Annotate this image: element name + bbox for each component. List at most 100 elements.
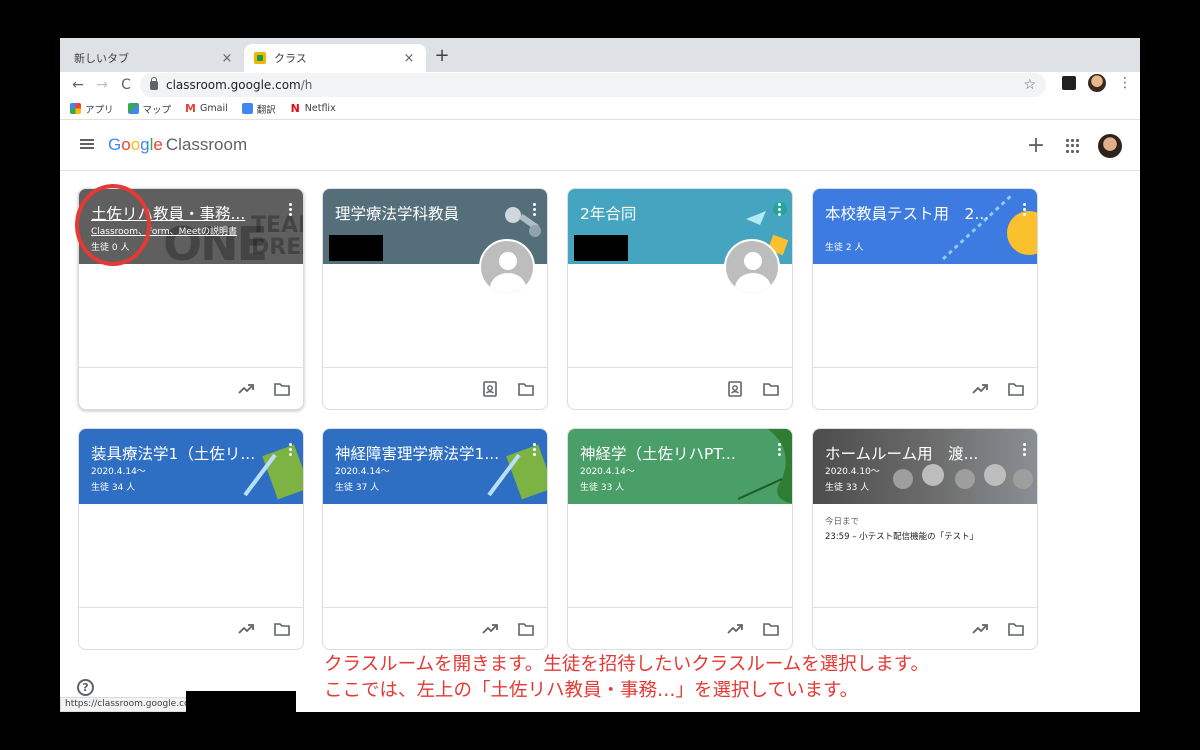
card-footer <box>813 367 1037 409</box>
work-portrait-icon[interactable] <box>726 380 744 398</box>
folder-icon[interactable] <box>1007 620 1025 638</box>
student-count: 生徒 2 人 <box>825 243 864 253</box>
google-classroom-logo[interactable]: Google Classroom <box>108 135 247 155</box>
bookmark-label: アプリ <box>85 104 114 116</box>
work-portrait-icon[interactable] <box>481 380 499 398</box>
tab-title: 新しいタブ <box>74 52 129 65</box>
student-count: 生徒 37 人 <box>335 483 380 493</box>
tab-strip: 新しいタブ × クラス × + <box>60 38 1140 72</box>
folder-icon[interactable] <box>273 380 291 398</box>
chrome-menu-icon[interactable]: ⋮ <box>1118 75 1132 91</box>
address-bar[interactable]: classroom.google.com/h ☆ <box>140 73 1046 97</box>
class-title[interactable]: 2年合同 <box>580 202 760 224</box>
extension-icon[interactable] <box>1062 76 1076 90</box>
class-title[interactable]: 神経学（土佐リハPT... <box>580 442 760 464</box>
class-card[interactable]: ホームルーム用 渡... 2020.4.10〜 生徒 33 人 今日まで 23:… <box>812 428 1038 650</box>
class-section: 2020.4.14〜 <box>335 467 390 477</box>
class-card[interactable]: 装具療法学1（土佐リ... 2020.4.14〜 生徒 34 人 <box>78 428 304 650</box>
trend-icon[interactable] <box>726 620 744 638</box>
class-title[interactable]: 装具療法学1（土佐リ... <box>91 442 271 464</box>
bookmark-gmail[interactable]: M Gmail <box>185 103 228 114</box>
highlight-circle <box>75 184 151 266</box>
google-apps-icon[interactable] <box>1066 139 1080 153</box>
card-footer <box>323 607 547 649</box>
tab-classroom[interactable]: クラス × <box>244 44 426 72</box>
classroom-header: Google Classroom + <box>60 121 1140 171</box>
class-section: 2020.4.14〜 <box>91 467 146 477</box>
card-more-icon[interactable] <box>1023 203 1027 216</box>
card-more-icon[interactable] <box>778 203 782 216</box>
trend-icon[interactable] <box>481 620 499 638</box>
classroom-favicon-icon <box>254 52 266 64</box>
bookmark-star-icon[interactable]: ☆ <box>1023 77 1036 93</box>
caption-line: クラスルームを開きます。生徒を招待したいクラスルームを選択します。 <box>324 654 929 675</box>
card-more-icon[interactable] <box>289 203 293 216</box>
card-more-icon[interactable] <box>289 443 293 456</box>
bookmarks-bar: アプリ マップ M Gmail 翻訳 N Netflix <box>60 98 1140 120</box>
class-title[interactable]: 本校教員テスト用 2... <box>825 202 1005 224</box>
bookmark-maps[interactable]: マップ <box>127 102 172 116</box>
class-card[interactable]: 神経障害理学療法学1... 2020.4.14〜 生徒 37 人 <box>322 428 548 650</box>
card-footer <box>568 367 792 409</box>
class-card[interactable]: 本校教員テスト用 2... 生徒 2 人 <box>812 188 1038 410</box>
main-menu-icon[interactable] <box>80 139 94 149</box>
class-card[interactable]: 理学療法学科教員 <box>322 188 548 410</box>
banner-decoration <box>738 429 792 504</box>
class-card[interactable]: 神経学（土佐リハPT... 2020.4.14〜 生徒 33 人 <box>567 428 793 650</box>
card-more-icon[interactable] <box>778 443 782 456</box>
bookmark-label: マップ <box>142 104 172 116</box>
folder-icon[interactable] <box>762 620 780 638</box>
netflix-icon: N <box>290 102 300 115</box>
back-icon[interactable]: ← <box>66 73 90 97</box>
class-title[interactable]: 理学療法学科教員 <box>335 202 515 224</box>
student-count: 生徒 33 人 <box>580 483 625 493</box>
due-assignment-link[interactable]: 23:59 – 小テスト配信機能の「テスト」 <box>825 530 978 542</box>
bookmark-netflix[interactable]: N Netflix <box>290 103 336 114</box>
caption-line: ここでは、左上の「土佐リハ教員・事務…」を選択しています。 <box>324 680 859 701</box>
help-icon[interactable]: ? <box>77 679 94 696</box>
trend-icon[interactable] <box>971 620 989 638</box>
forward-icon[interactable]: → <box>90 73 114 97</box>
teacher-avatar <box>479 239 535 295</box>
tab-title: クラス <box>274 52 307 65</box>
card-more-icon[interactable] <box>533 203 537 216</box>
class-title[interactable]: ホームルーム用 渡... <box>825 442 1005 464</box>
class-section: 2020.4.14〜 <box>580 467 635 477</box>
class-title[interactable]: 神経障害理学療法学1... <box>335 442 515 464</box>
translate-icon <box>241 103 253 114</box>
url-text: classroom.google.com/h <box>166 78 313 92</box>
maps-icon <box>127 103 139 114</box>
browser-window: 新しいタブ × クラス × + ← → C classroom.google.c… <box>60 38 1140 712</box>
folder-icon[interactable] <box>517 380 535 398</box>
folder-icon[interactable] <box>273 620 291 638</box>
close-icon[interactable]: × <box>402 51 416 66</box>
card-footer <box>813 607 1037 649</box>
redaction-box <box>186 691 296 715</box>
create-or-join-class-button[interactable]: + <box>1024 133 1048 158</box>
reload-icon[interactable]: C <box>114 73 138 97</box>
lock-icon <box>150 76 158 90</box>
bookmark-translate[interactable]: 翻訳 <box>241 102 276 116</box>
card-more-icon[interactable] <box>533 443 537 456</box>
profile-avatar[interactable] <box>1088 74 1106 92</box>
close-icon[interactable]: × <box>220 51 234 66</box>
trend-icon[interactable] <box>971 380 989 398</box>
new-tab-button[interactable]: + <box>432 46 452 66</box>
browser-toolbar: ← → C classroom.google.com/h ☆ ⋮ <box>60 72 1140 98</box>
teacher-avatar <box>724 239 780 295</box>
instruction-caption: クラスルームを開きます。生徒を招待したいクラスルームを選択します。 ここでは、左… <box>324 652 929 704</box>
account-avatar[interactable] <box>1098 134 1122 158</box>
card-footer <box>79 607 303 649</box>
student-count: 生徒 34 人 <box>91 483 136 493</box>
trend-icon[interactable] <box>237 380 255 398</box>
card-more-icon[interactable] <box>1023 443 1027 456</box>
class-card[interactable]: 2年合同 <box>567 188 793 410</box>
tab-new-tab[interactable]: 新しいタブ × <box>64 44 244 72</box>
student-count: 生徒 33 人 <box>825 483 870 493</box>
bookmark-apps[interactable]: アプリ <box>70 102 114 116</box>
folder-icon[interactable] <box>517 620 535 638</box>
folder-icon[interactable] <box>1007 380 1025 398</box>
trend-icon[interactable] <box>237 620 255 638</box>
folder-icon[interactable] <box>762 380 780 398</box>
redaction-box <box>329 235 383 261</box>
